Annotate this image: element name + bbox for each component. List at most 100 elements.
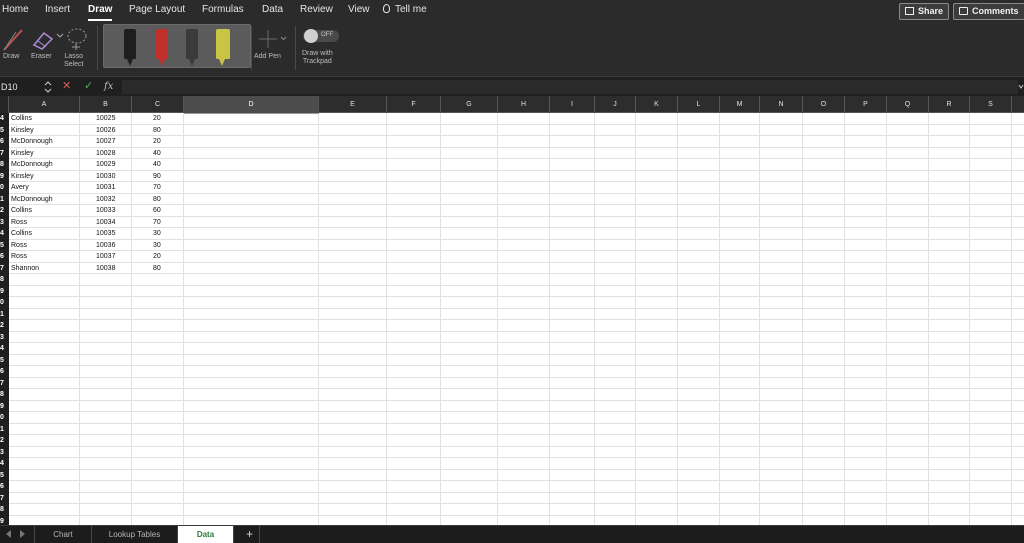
sheet-tab-data[interactable]: Data — [178, 526, 234, 543]
row-header[interactable]: 3 — [0, 447, 9, 459]
column-header-h[interactable]: H — [498, 96, 550, 113]
column-header-g[interactable]: G — [441, 96, 498, 113]
confirm-icon[interactable]: ✓ — [84, 79, 93, 94]
row-header[interactable]: 6 — [0, 251, 9, 263]
row-header[interactable]: 7 — [0, 148, 9, 160]
formula-bar: D10 ✕ ✓ fx — [0, 76, 1024, 96]
tab-insert[interactable]: Insert — [45, 4, 70, 15]
row-header[interactable]: 1 — [0, 309, 9, 321]
column-header-e[interactable]: E — [319, 96, 387, 113]
row-header[interactable]: 1 — [0, 194, 9, 206]
row-header[interactable]: 9 — [0, 171, 9, 183]
draw-with-trackpad-toggle[interactable]: OFF — [303, 29, 339, 43]
row-header[interactable]: 7 — [0, 378, 9, 390]
pen-draw-icon[interactable] — [2, 26, 26, 52]
tell-me-search[interactable]: Tell me — [383, 4, 427, 15]
tab-home[interactable]: Home — [2, 4, 29, 15]
tab-draw[interactable]: Draw — [88, 4, 113, 21]
share-button[interactable]: Share — [899, 3, 950, 20]
column-header-q[interactable]: Q — [887, 96, 929, 113]
cancel-icon[interactable]: ✕ — [62, 79, 71, 94]
row-header[interactable]: 4 — [0, 458, 9, 470]
row-header[interactable]: 5 — [0, 240, 9, 252]
select-all-corner[interactable] — [0, 96, 9, 113]
column-header-b[interactable]: B — [80, 96, 132, 113]
pen-gallery[interactable] — [103, 24, 251, 68]
column-header-j[interactable]: J — [595, 96, 636, 113]
row-header[interactable]: 5 — [0, 470, 9, 482]
gray-pencil[interactable] — [186, 29, 198, 59]
sheet-tab-chart[interactable]: Chart — [34, 526, 92, 543]
row-header[interactable]: 3 — [0, 332, 9, 344]
column-header-k[interactable]: K — [636, 96, 678, 113]
row-header[interactable]: 7 — [0, 493, 9, 505]
add-sheet-button[interactable]: + — [240, 526, 260, 543]
function-icon[interactable]: fx — [104, 79, 113, 94]
row-header[interactable]: 0 — [0, 412, 9, 424]
ribbon-separator — [97, 26, 98, 70]
column-header-n[interactable]: N — [760, 96, 803, 113]
column-header-c[interactable]: C — [132, 96, 184, 113]
row-header[interactable]: 0 — [0, 297, 9, 309]
tab-data[interactable]: Data — [262, 4, 283, 15]
share-icon — [905, 7, 914, 15]
column-header-p[interactable]: P — [845, 96, 887, 113]
row-header[interactable]: 6 — [0, 481, 9, 493]
previous-sheet-icon[interactable] — [6, 530, 11, 538]
row-header[interactable]: 8 — [0, 389, 9, 401]
row-gridline — [9, 158, 1024, 159]
worksheet-grid[interactable]: ABCDEFGHIJKLMNOPQRS 45678901234567890123… — [0, 96, 1024, 525]
chevron-down-icon[interactable] — [56, 32, 64, 40]
next-sheet-icon[interactable] — [20, 530, 25, 538]
add-pen-icon[interactable] — [256, 28, 288, 50]
name-box-stepper-icon[interactable] — [44, 80, 52, 94]
eraser-icon[interactable] — [30, 27, 56, 51]
lasso-select-icon[interactable] — [64, 26, 90, 52]
tab-view[interactable]: View — [348, 4, 370, 15]
row-header[interactable]: 2 — [0, 435, 9, 447]
row-gridline — [9, 514, 1024, 516]
row-header[interactable]: 8 — [0, 274, 9, 286]
formula-expand-icon[interactable] — [1018, 83, 1024, 91]
yellow-highlighter[interactable] — [216, 29, 230, 59]
black-pen[interactable] — [124, 29, 136, 59]
row-gridline — [9, 491, 1024, 493]
column-header-i[interactable]: I — [550, 96, 595, 113]
name-box[interactable]: D10 — [0, 80, 40, 94]
row-gridline — [9, 330, 1024, 332]
red-pen[interactable] — [156, 29, 168, 59]
row-header[interactable]: 1 — [0, 424, 9, 436]
row-header[interactable]: 4 — [0, 113, 9, 125]
row-header[interactable]: 8 — [0, 159, 9, 171]
row-header[interactable]: 9 — [0, 286, 9, 298]
row-header[interactable]: 5 — [0, 355, 9, 367]
row-header[interactable]: 0 — [0, 182, 9, 194]
row-header[interactable]: 4 — [0, 228, 9, 240]
row-header[interactable]: 9 — [0, 401, 9, 413]
column-header-m[interactable]: M — [720, 96, 760, 113]
row-header[interactable]: 6 — [0, 136, 9, 148]
column-header-d[interactable]: D — [184, 96, 319, 113]
column-header-r[interactable]: R — [929, 96, 970, 113]
column-header-o[interactable]: O — [803, 96, 845, 113]
trackpad-label: Draw with Trackpad — [302, 50, 333, 66]
column-header-a[interactable]: A — [9, 96, 80, 113]
formula-input[interactable] — [122, 80, 1018, 94]
row-header[interactable]: 2 — [0, 320, 9, 332]
sheet-tab-lookup-tables[interactable]: Lookup Tables — [92, 526, 178, 543]
row-header[interactable]: 8 — [0, 504, 9, 516]
column-header-l[interactable]: L — [678, 96, 720, 113]
row-header[interactable]: 2 — [0, 205, 9, 217]
comments-button[interactable]: Comments — [953, 3, 1024, 20]
tab-page-layout[interactable]: Page Layout — [129, 4, 185, 15]
row-header[interactable]: 7 — [0, 263, 9, 275]
row-header[interactable]: 4 — [0, 343, 9, 355]
row-header[interactable]: 3 — [0, 217, 9, 229]
row-header[interactable]: 5 — [0, 125, 9, 137]
row-header[interactable]: 6 — [0, 366, 9, 378]
row-header[interactable]: 9 — [0, 516, 9, 526]
column-header-f[interactable]: F — [387, 96, 441, 113]
column-header-s[interactable]: S — [970, 96, 1012, 113]
tab-formulas[interactable]: Formulas — [202, 4, 244, 15]
tab-review[interactable]: Review — [300, 4, 333, 15]
